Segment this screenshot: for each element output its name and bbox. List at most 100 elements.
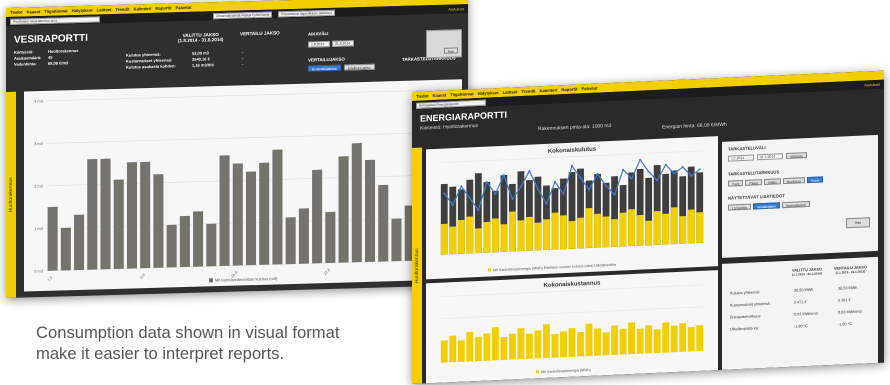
confirm-button[interactable]: Vahvista — [786, 152, 807, 160]
report-selector[interactable]: Pentbaiser Vesirakentuu.an.s — [10, 15, 100, 25]
date-from-input[interactable]: 1.8.2014 — [308, 40, 330, 48]
cost-bar — [560, 331, 567, 358]
menu-item-laitteet[interactable]: Laitteet — [97, 7, 112, 12]
consumption-chart-area: Kokonaiskulutus M6 Kaukolämpöenergia (MWh… — [426, 136, 718, 280]
bar — [298, 208, 309, 264]
energy-bar — [577, 217, 584, 249]
tab-report-table[interactable]: Poistotietoa raporttitaulu (tiedetty) — [278, 9, 335, 17]
selected-period-header: VALITTU JAKSO (1.1.2014 - 31.1.2014) — [792, 267, 822, 276]
menu-item-palvelut[interactable]: Palvelut — [581, 86, 597, 92]
cost-bar — [670, 325, 678, 353]
menu-item-tiedot[interactable]: Tiedot — [416, 93, 429, 99]
date-from-input[interactable]: 1.1.2014 — [728, 154, 754, 162]
menu-item-raportit[interactable]: Raportit — [155, 5, 171, 10]
bar — [100, 158, 111, 270]
menu-item-raportit[interactable]: Raportit — [561, 86, 577, 92]
residents-label: Asukasmäärä: — [14, 55, 42, 61]
menu-item-halytykset[interactable]: Hälytykset — [72, 8, 93, 14]
x-tick-label: 22.8 — [323, 268, 331, 276]
compare-period-header: VERTAILU JAKSO (1.1.2013 - 31.1.2013) — [834, 265, 867, 274]
stat-compare: - — [242, 55, 244, 61]
energy-bar — [568, 220, 576, 249]
chart-title: Kokonaiskulutus — [548, 147, 597, 155]
building-area: Rakennuksen pinta-ala: 1000 m3 — [538, 122, 612, 133]
energy-bar — [534, 222, 542, 251]
report-selector[interactable]: Kriimpelteli Energiaraportti — [416, 99, 486, 109]
y-tick-label: 0 m3 — [34, 268, 44, 273]
bar — [325, 211, 336, 264]
date-to-input[interactable]: 31.1.2014 — [757, 153, 783, 161]
menu-item-kalenteri[interactable]: Kalenteri — [539, 87, 557, 93]
stat-compare: 0,03 MWh/m3 — [838, 309, 862, 315]
menu-item-trendit[interactable]: Trendit — [116, 7, 130, 12]
menu-item-trendit[interactable]: Trendit — [522, 88, 536, 94]
sidebar: Huoltorakennus — [412, 147, 422, 384]
energy-bar — [662, 213, 670, 245]
stat-compare: 36,50 MWh — [838, 285, 858, 291]
search-button[interactable]: Hae — [443, 47, 458, 54]
settings-link[interactable]: Asetukset — [448, 7, 464, 11]
water-report-window: Tiedot Kaavat Tiigaltiomat Hälytykset La… — [6, 0, 468, 298]
cost-bar — [687, 326, 695, 352]
legend-label: M6 Kaukolämpöenergia (MWh) Edellisen vuo… — [493, 263, 616, 273]
compare-period-button[interactable]: Vertailujakso — [752, 202, 780, 210]
bar — [193, 211, 204, 267]
resolution-day-button[interactable]: Päivä — [745, 179, 762, 186]
gridline — [46, 131, 456, 144]
resolution-label: TARKASTELUTARKKUUS — [728, 169, 780, 177]
energy-bar — [466, 216, 474, 254]
property-info: Kiinteistö: Huoltorakennus Asukasmäärä: 45… — [14, 48, 88, 67]
menu-item-laitteet[interactable]: Laitteet — [503, 89, 518, 95]
menu-item-palvelut[interactable]: Palvelut — [175, 5, 191, 10]
no-compare-button[interactable]: Ei vertailujaksoa — [308, 64, 341, 72]
bar — [378, 184, 389, 262]
cost-bar — [645, 325, 653, 354]
compare-buttons: Ei vertailujaksoa Edellinen jakso — [308, 63, 375, 72]
sidebar-label: Huoltorakennus — [414, 248, 420, 284]
y-tick-label: 3 m3 — [34, 141, 44, 146]
date-to-input[interactable]: 31.8.2014 — [332, 40, 354, 47]
tab-alarms[interactable]: Omat hälytyksiä Rasiat Työtehtäviä — [213, 11, 273, 19]
cost-bar — [483, 333, 491, 361]
menu-item-kalenteri[interactable]: Kalenteri — [133, 6, 151, 12]
energy-bar — [636, 214, 644, 246]
cost-bar — [491, 327, 499, 361]
energy-bar — [526, 216, 533, 251]
menu-item-kaavat[interactable]: Kaavat — [27, 9, 41, 14]
resolution-year-button[interactable]: Vuosi — [806, 176, 824, 184]
previous-period-button[interactable]: Edellinen jakso — [343, 63, 375, 71]
date-range: 1.8.2014 31.8.2014 — [308, 40, 354, 48]
energy-bar — [500, 224, 508, 252]
x-tick-label: 1.8 — [47, 276, 54, 283]
menu-item-tiedot[interactable]: Tiedot — [10, 10, 23, 15]
search-button[interactable]: Hae — [846, 217, 870, 229]
resolution-week-button[interactable]: Viikko — [763, 178, 781, 186]
energy-bar — [696, 212, 704, 244]
cost-bar — [696, 325, 704, 352]
cost-bar — [457, 340, 465, 362]
menu-item-tiigaltiomat[interactable]: Tiigaltiomat — [450, 91, 473, 97]
cost-bar — [619, 328, 627, 355]
bar — [126, 162, 137, 269]
energy-bar — [687, 209, 695, 244]
stat-compare: - — [242, 61, 244, 67]
page-title: ENERGIARAPORTTI — [420, 109, 508, 124]
interval-label: AIKAVÄLI — [308, 30, 329, 37]
menu-item-halytykset[interactable]: Hälytykset — [478, 90, 499, 96]
cost-bar — [466, 331, 474, 362]
temperature-button[interactable]: Lämpötila — [728, 203, 751, 211]
energy-bar — [560, 215, 567, 250]
menu-item-kaavat[interactable]: Kaavat — [433, 92, 447, 98]
bar — [338, 156, 349, 263]
extra-info-buttons: Lämpötila Vertailujakso Normalisointi — [728, 200, 810, 211]
menu-item-tiigaltiomat[interactable]: Tiigaltiomat — [44, 8, 67, 14]
settings-link[interactable]: Asetukset — [864, 82, 880, 87]
sidebar-label: Huoltorakennus — [8, 177, 14, 213]
energy-price: Energian hinta: 68,08 €/MWh — [662, 121, 727, 131]
resolution-month-button[interactable]: Kuukausi — [782, 177, 805, 185]
total-cost-chart: Kokonaiskustannus M6 Kaukolämpöenergia (M… — [440, 280, 704, 374]
normalization-button[interactable]: Normalisointi — [781, 200, 810, 209]
resolution-hour-button[interactable]: Tunti — [728, 179, 744, 187]
energy-bar — [645, 220, 653, 246]
energy-bar — [611, 219, 618, 247]
